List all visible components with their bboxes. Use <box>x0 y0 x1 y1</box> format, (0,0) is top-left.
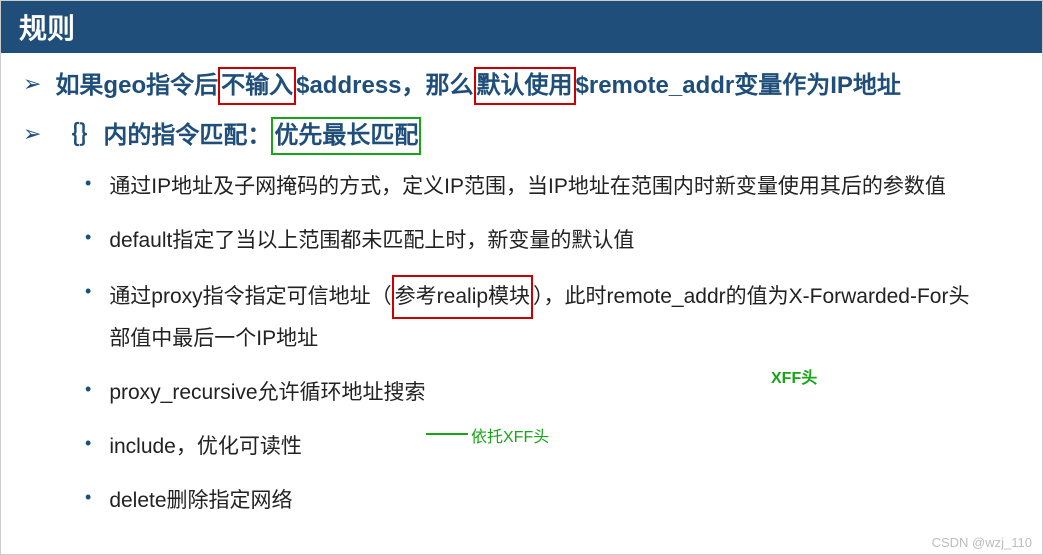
minor-bullet-icon: • <box>85 275 91 307</box>
major-text-1: 如果geo指令后不输入$address，那么默认使用$remote_addr变量… <box>55 67 900 105</box>
page-title: 规则 <box>19 7 1024 47</box>
header-bar: 规则 <box>1 1 1042 53</box>
minor-bullet-icon: • <box>85 167 91 199</box>
major-text-2: ｛｝内的指令匹配：优先最长匹配 <box>55 117 421 155</box>
maj2-pre: ｛｝内的指令匹配： <box>55 122 271 149</box>
minor-bullet-icon: • <box>85 427 91 459</box>
annotation-line <box>426 433 468 435</box>
maj1-mid: $address，那么 <box>296 72 473 99</box>
minor-bullet-icon: • <box>85 373 91 405</box>
sub-point-4: • proxy_recursive允许循环地址搜索 <box>85 373 1020 413</box>
sub-text-2: default指定了当以上范围都未匹配上时，新变量的默认值 <box>109 221 634 261</box>
content-area: ➢ 如果geo指令后不输入$address，那么默认使用$remote_addr… <box>1 53 1042 521</box>
highlight-red-2: 默认使用 <box>474 67 576 105</box>
slide: 规则 ➢ 如果geo指令后不输入$address，那么默认使用$remote_a… <box>0 0 1043 555</box>
sub-point-2: • default指定了当以上范围都未匹配上时，新变量的默认值 <box>85 221 1020 261</box>
sub-point-5: • include，优化可读性 <box>85 427 1020 467</box>
sub-point-3: • 通过proxy指令指定可信地址（参考realip模块），此时remote_a… <box>85 275 1020 359</box>
annotation-xff-header: XFF头 <box>771 364 817 388</box>
sub-text-5: include，优化可读性 <box>109 427 302 467</box>
major-bullet-icon: ➢ <box>23 67 41 101</box>
sub3-pre: 通过proxy指令指定可信地址（ <box>109 285 391 308</box>
sub-text-3: 通过proxy指令指定可信地址（参考realip模块），此时remote_add… <box>109 275 979 359</box>
watermark: CSDN @wzj_110 <box>932 535 1032 550</box>
sublist: • 通过IP地址及子网掩码的方式，定义IP范围，当IP地址在范围内时新变量使用其… <box>85 167 1020 521</box>
sub-text-4: proxy_recursive允许循环地址搜索 <box>109 373 425 413</box>
highlight-red-3: 参考realip模块 <box>392 275 533 319</box>
major-bullet-icon: ➢ <box>23 117 41 151</box>
maj1-pre: 如果geo指令后 <box>55 72 218 99</box>
annotation-xff-depend: 依托XFF头 <box>471 423 549 447</box>
maj1-post: $remote_addr变量作为IP地址 <box>576 72 901 99</box>
minor-bullet-icon: • <box>85 481 91 513</box>
highlight-green-1: 优先最长匹配 <box>271 117 421 155</box>
major-point-1: ➢ 如果geo指令后不输入$address，那么默认使用$remote_addr… <box>23 67 1020 105</box>
sub-point-1: • 通过IP地址及子网掩码的方式，定义IP范围，当IP地址在范围内时新变量使用其… <box>85 167 1020 207</box>
highlight-red-1: 不输入 <box>218 67 296 105</box>
sub-point-6: • delete删除指定网络 <box>85 481 1020 521</box>
major-point-2: ➢ ｛｝内的指令匹配：优先最长匹配 <box>23 117 1020 155</box>
minor-bullet-icon: • <box>85 221 91 253</box>
sub-text-6: delete删除指定网络 <box>109 481 292 521</box>
sub-text-1: 通过IP地址及子网掩码的方式，定义IP范围，当IP地址在范围内时新变量使用其后的… <box>109 167 946 207</box>
